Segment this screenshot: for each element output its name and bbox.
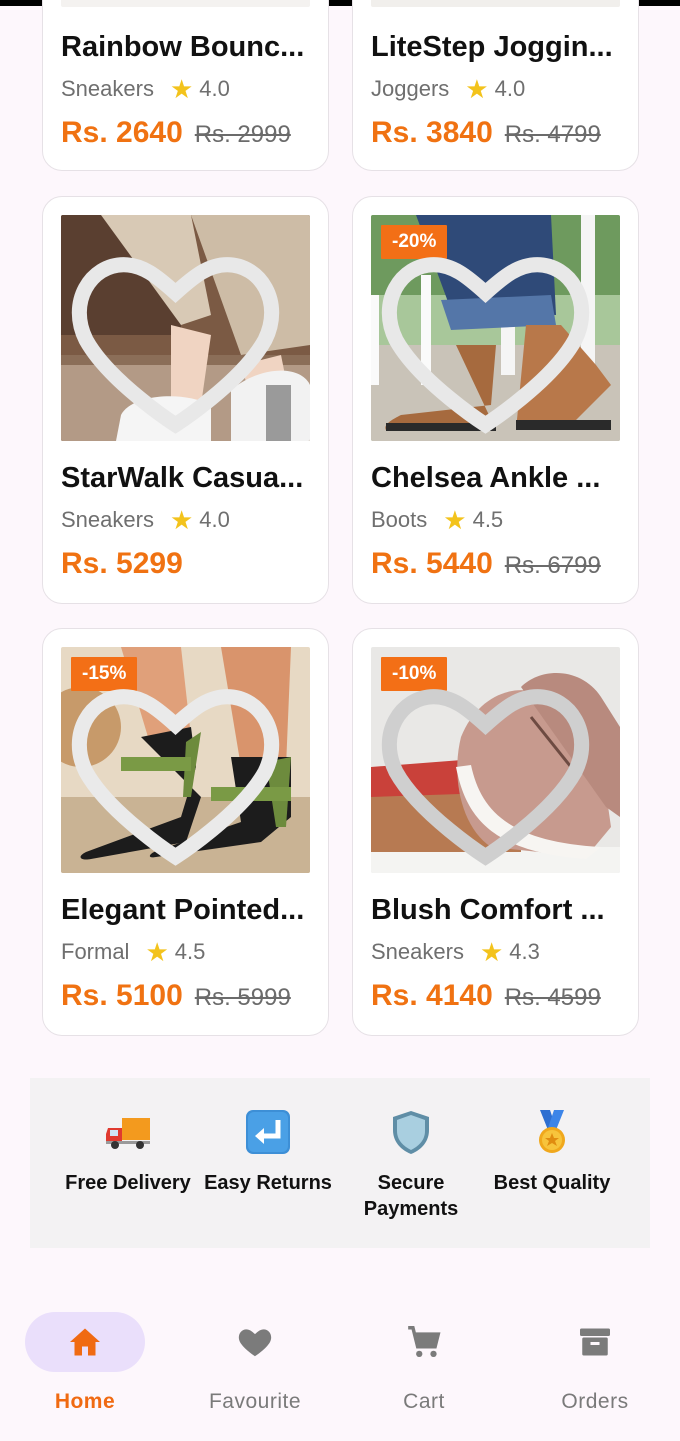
original-price: Rs. 4599: [504, 984, 601, 1011]
product-category: Sneakers: [61, 76, 154, 101]
nav-label: Favourite: [208, 1390, 302, 1413]
nav-favourite[interactable]: Favourite: [180, 1312, 330, 1414]
shield-icon: [393, 1111, 429, 1154]
product-meta: Formal ★ 4.5: [61, 939, 205, 965]
nav-label: Orders: [561, 1390, 629, 1413]
medal-icon: [539, 1110, 565, 1153]
product-category: Boots: [371, 507, 428, 532]
favourite-icon[interactable]: [61, 227, 300, 441]
nav-label: Home: [54, 1390, 116, 1413]
product-name: LiteStep Joggin...: [371, 31, 613, 63]
current-price: Rs. 2640: [61, 116, 183, 149]
product-category: Sneakers: [61, 507, 154, 532]
product-price: Rs. 5299: [61, 547, 183, 581]
current-price: Rs. 5440: [371, 547, 493, 580]
product-rating: 4.5: [472, 507, 504, 532]
star-icon: ★: [479, 937, 504, 967]
product-meta: Sneakers ★ 4.0: [61, 76, 230, 102]
current-price: Rs. 5299: [61, 547, 183, 580]
product-rating: 4.0: [199, 76, 230, 101]
product-card[interactable]: LiteStep Joggin... Joggers ★ 4.0 Rs. 384…: [352, 0, 639, 171]
product-rating: 4.0: [199, 507, 230, 532]
return-arrow-icon: [246, 1110, 290, 1154]
original-price: Rs. 4799: [504, 121, 601, 148]
archive-icon: [580, 1328, 610, 1356]
product-meta: Sneakers ★ 4.0: [61, 507, 230, 533]
star-icon: ★: [145, 937, 169, 967]
product-price: Rs. 4140 Rs. 4599: [371, 979, 601, 1013]
product-name: Rainbow Bounc...: [61, 31, 305, 63]
product-image: [371, 0, 620, 7]
nav-home-pill[interactable]: [25, 1312, 145, 1372]
nav-cart[interactable]: Cart: [349, 1312, 499, 1414]
product-price: Rs. 2640 Rs. 2999: [61, 116, 291, 150]
feature-best-quality: Best Quality: [477, 1108, 627, 1196]
product-card[interactable]: StarWalk Casua... Sneakers ★ 4.0 Rs. 529…: [42, 196, 329, 604]
product-category: Sneakers: [371, 939, 464, 964]
feature-label: Free Delivery: [65, 1172, 191, 1194]
feature-easy-returns: Easy Returns: [193, 1108, 343, 1196]
feature-secure-payments: Secure Payments: [336, 1108, 486, 1222]
product-rating: 4.5: [174, 939, 206, 964]
product-name: Chelsea Ankle ...: [371, 462, 601, 494]
product-rating: 4.3: [509, 939, 540, 964]
bottom-navigation: Home Favourite Cart Orders: [0, 1290, 680, 1441]
heart-icon: [238, 1329, 272, 1357]
product-meta: Boots ★ 4.5: [371, 507, 503, 533]
product-category: Formal: [61, 939, 130, 964]
nav-orders-pill[interactable]: [535, 1312, 655, 1372]
star-icon: ★: [465, 74, 489, 104]
feature-free-delivery: Free Delivery: [53, 1108, 203, 1196]
product-card[interactable]: -10% Blush Comfort ... Sneakers ★ 4.3 Rs…: [352, 628, 639, 1036]
favourite-icon[interactable]: [371, 659, 610, 873]
product-name: Elegant Pointed...: [61, 894, 305, 926]
product-meta: Joggers ★ 4.0: [371, 76, 525, 102]
product-card[interactable]: -20% Chelsea Ankle ... Boots ★ 4.5 Rs. 5…: [352, 196, 639, 604]
star-icon: ★: [443, 505, 467, 535]
product-price: Rs. 5100 Rs. 5999: [61, 979, 291, 1013]
favourite-icon[interactable]: [371, 227, 610, 441]
product-meta: Sneakers ★ 4.3: [371, 939, 540, 965]
nav-label: Cart: [403, 1390, 445, 1413]
original-price: Rs. 2999: [194, 121, 291, 148]
product-card[interactable]: Rainbow Bounc... Sneakers ★ 4.0 Rs. 2640…: [42, 0, 329, 171]
delivery-truck-icon: [106, 1118, 150, 1149]
feature-label: Easy Returns: [204, 1172, 332, 1194]
product-image: [61, 215, 310, 441]
product-card[interactable]: -15% Elegant Pointed... Formal ★ 4.5 Rs.…: [42, 628, 329, 1036]
product-category: Joggers: [371, 76, 450, 101]
original-price: Rs. 5999: [194, 984, 291, 1011]
product-name: Blush Comfort ...: [371, 894, 605, 926]
features-strip: Free Delivery Easy Returns Secure Paymen…: [30, 1078, 650, 1248]
cart-icon: [408, 1326, 441, 1358]
product-name: StarWalk Casua...: [61, 462, 304, 494]
home-icon: [70, 1328, 100, 1356]
star-icon: ★: [169, 505, 194, 535]
star-icon: ★: [169, 74, 194, 104]
product-image: [61, 0, 310, 7]
favourite-icon[interactable]: [61, 659, 300, 873]
product-rating: 4.0: [494, 76, 526, 101]
nav-cart-pill[interactable]: [364, 1312, 484, 1372]
original-price: Rs. 6799: [504, 552, 601, 579]
product-image: -15%: [61, 647, 310, 873]
feature-label: Secure Payments: [363, 1172, 459, 1220]
nav-favourite-pill[interactable]: [195, 1312, 315, 1372]
current-price: Rs. 4140: [371, 979, 493, 1012]
product-price: Rs. 5440 Rs. 6799: [371, 547, 601, 581]
product-price: Rs. 3840 Rs. 4799: [371, 116, 601, 150]
product-image: -20%: [371, 215, 620, 441]
nav-orders[interactable]: Orders: [520, 1312, 670, 1414]
current-price: Rs. 5100: [61, 979, 183, 1012]
nav-home[interactable]: Home: [10, 1312, 160, 1414]
product-image: -10%: [371, 647, 620, 873]
current-price: Rs. 3840: [371, 116, 493, 149]
feature-label: Best Quality: [493, 1172, 611, 1194]
